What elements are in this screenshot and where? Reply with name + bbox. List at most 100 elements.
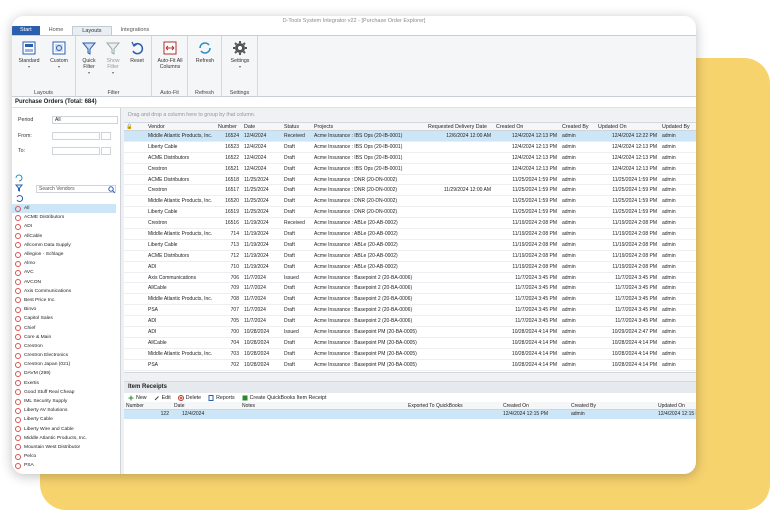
table-row[interactable]: AllCable 709 11/7/2024 Draft Acme Insurance … (124, 283, 696, 295)
vendor-icon (15, 214, 21, 221)
show-filter-button[interactable]: Show Filter ▾ (102, 40, 124, 76)
column-header[interactable]: Status (282, 123, 312, 130)
vendor-list-item[interactable]: Axis Communications (12, 287, 116, 296)
tab-integrations[interactable]: Integrations (112, 26, 159, 35)
vendor-list-item[interactable]: AllCable (12, 232, 116, 241)
vendor-list-item[interactable]: Crestron Japan (021) (12, 360, 116, 369)
refresh-icon[interactable] (15, 174, 23, 182)
tab-start[interactable]: Start (12, 26, 40, 35)
from-date-field[interactable] (52, 132, 100, 140)
vendor-list-item[interactable]: PSA (12, 461, 116, 470)
vendor-list-item[interactable]: Mountain West Distributor (12, 443, 116, 452)
table-row[interactable]: Crestron 16517 11/25/2024 Draft Acme Insuran… (124, 185, 696, 197)
vertical-splitter[interactable] (121, 108, 124, 474)
vendor-list-item[interactable]: Good Stuff Real Cheap (12, 388, 116, 397)
table-row[interactable]: ACME Distributors 16522 12/4/2024 Draft Acme… (124, 153, 696, 164)
column-header[interactable]: Updated On (596, 123, 660, 130)
table-row[interactable]: Middle Atlantic Products, Inc. 714 11/19/2… (124, 229, 696, 240)
table-row[interactable]: ACME Distributors 16518 11/25/2024 Draft Acm… (124, 175, 696, 186)
table-row[interactable]: Middle Atlantic Products, Inc. 16524 12/4/… (124, 131, 696, 142)
vendor-list-item[interactable]: Best Price Inc. (12, 296, 116, 305)
table-row[interactable]: ACME Distributors 712 11/19/2024 Draft Acme … (124, 251, 696, 262)
column-header[interactable]: Vendor (146, 123, 216, 130)
reset-filter-button[interactable]: Reset (126, 40, 148, 64)
column-header[interactable]: Date (242, 123, 282, 130)
table-row[interactable]: ADI 705 11/7/2024 Draft Acme Insurance : Bas… (124, 316, 696, 328)
receipt-row[interactable]: 122 12/4/2024 12/4/2024 12:15 PM admin 1… (124, 410, 696, 419)
to-date-field[interactable] (52, 147, 100, 155)
vendor-list-item[interactable]: Liberty Cable (12, 415, 116, 424)
col-notes[interactable]: Notes (240, 402, 406, 409)
panel-splitter[interactable] (124, 372, 696, 382)
col-created-by[interactable]: Created By (569, 402, 656, 409)
table-row[interactable]: AllCable 704 10/28/2024 Draft Acme Insurance… (124, 338, 696, 349)
vendor-list-item[interactable]: Crestron Electronics (12, 351, 116, 360)
tab-layouts[interactable]: Layouts (72, 26, 112, 35)
autofit-columns-button[interactable]: Auto-Fit All Columns (154, 40, 186, 70)
table-row[interactable]: Liberty Cable 16523 12/4/2024 Draft Acme Ins… (124, 142, 696, 153)
vendor-list-item[interactable]: Pelco (12, 452, 116, 461)
table-cell: 10/29/2024 2:47 PM (611, 329, 657, 336)
period-select[interactable]: All (52, 116, 118, 124)
vendor-list-item[interactable]: DAVM (299) (12, 369, 116, 378)
vendor-list-item[interactable]: Middle Atlantic Products, Inc. (12, 434, 116, 443)
col-updated-on[interactable]: Updated On (656, 402, 696, 409)
quick-filter-button[interactable]: Quick Filter ▾ (78, 40, 100, 76)
table-row[interactable]: Axis Communications 706 11/7/2024 Issued Acm… (124, 273, 696, 284)
vendor-list-item[interactable]: AVCON (12, 278, 116, 287)
standard-layout-button[interactable]: Standard ▾ (16, 40, 42, 70)
vendor-list-item[interactable]: ACME Distributors (12, 213, 116, 222)
calendar-icon[interactable] (101, 147, 111, 155)
table-row[interactable]: Crestron 16521 12/4/2024 Draft Acme Insuranc… (124, 164, 696, 175)
vendor-list-item[interactable]: ADI (12, 222, 116, 231)
column-header[interactable]: Projects (312, 123, 426, 130)
column-header[interactable]: Requested Delivery Date (426, 123, 494, 130)
funnel-icon[interactable] (15, 184, 23, 192)
vendor-list-item[interactable]: All (12, 204, 116, 214)
column-header[interactable]: Created By (560, 123, 596, 130)
col-exported[interactable]: Exported To QuickBooks (406, 402, 501, 409)
tab-home[interactable]: Home (40, 26, 73, 35)
reports-button[interactable]: Reports (208, 394, 235, 401)
edit-receipt-button[interactable]: Edit (154, 395, 171, 401)
column-header[interactable]: Created On (494, 123, 560, 130)
custom-layout-button[interactable]: Custom ▾ (45, 40, 73, 70)
vendor-list-item[interactable]: Capitol Sales (12, 314, 116, 323)
table-row[interactable]: ADI 700 10/28/2024 Issued Acme Insurance : B… (124, 327, 696, 338)
create-quickbooks-receipt-button[interactable]: Create QuickBooks Item Receipt (242, 395, 326, 401)
vendor-list-item[interactable]: Liberty Wire and Cable (12, 425, 116, 434)
table-row[interactable]: Middle Atlantic Products, Inc. 703 10/28/2… (124, 349, 696, 360)
vendor-list-item[interactable]: IML Security Supply (12, 397, 116, 406)
vendor-list-item[interactable]: Chief (12, 323, 116, 332)
refresh-button[interactable]: Refresh (192, 40, 218, 64)
search-icon[interactable] (108, 186, 115, 193)
vendor-list-item[interactable]: Liberty AV Solutions (12, 406, 116, 415)
column-header[interactable]: Updated By (660, 123, 696, 130)
calendar-icon[interactable] (101, 132, 111, 140)
delete-receipt-button[interactable]: Delete (177, 394, 201, 401)
table-row[interactable]: ADI 710 11/19/2024 Draft Acme Insurance : AB… (124, 262, 696, 273)
vendor-list-item[interactable]: Binvo (12, 305, 116, 314)
column-header[interactable]: Number (216, 123, 242, 130)
vendor-list-item[interactable]: Allegion - Schlage (12, 250, 116, 259)
vendor-list-item[interactable]: Core & Main (12, 333, 116, 342)
vendor-list-item[interactable]: Almo (12, 259, 116, 268)
table-row[interactable]: Middle Atlantic Products, Inc. 708 11/7/20… (124, 294, 696, 306)
vendor-list-item[interactable]: Crestron (12, 342, 116, 351)
table-row[interactable]: Middle Atlantic Products, Inc. 16520 11/25… (124, 196, 696, 208)
vendor-list-item[interactable]: Allcomm Data Supply (12, 241, 116, 250)
table-row[interactable]: PSA 702 10/28/2024 Draft Acme Insurance : Ba… (124, 360, 696, 371)
table-row[interactable]: PSA 707 11/7/2024 Draft Acme Insurance : Bas… (124, 305, 696, 317)
col-created-on[interactable]: Created On (501, 402, 569, 409)
new-receipt-button[interactable]: New (128, 395, 147, 401)
vendor-list-item[interactable]: AVC (12, 268, 116, 277)
vendor-search-input[interactable]: Search Vendors (36, 185, 116, 193)
table-row[interactable]: Liberty Cable 16519 11/25/2024 Draft Acme In… (124, 207, 696, 219)
settings-button[interactable]: Settings ▾ (226, 40, 254, 70)
undo-icon[interactable] (15, 194, 23, 202)
table-row[interactable]: Crestron 16516 11/19/2024 Received Acme Insu… (124, 218, 696, 230)
vendor-list-item[interactable]: Exertis (12, 379, 116, 388)
table-row[interactable]: Liberty Cable 713 11/19/2024 Draft Acme Insu… (124, 240, 696, 251)
col-date[interactable]: Date (172, 402, 240, 409)
col-number[interactable]: Number (124, 402, 172, 409)
